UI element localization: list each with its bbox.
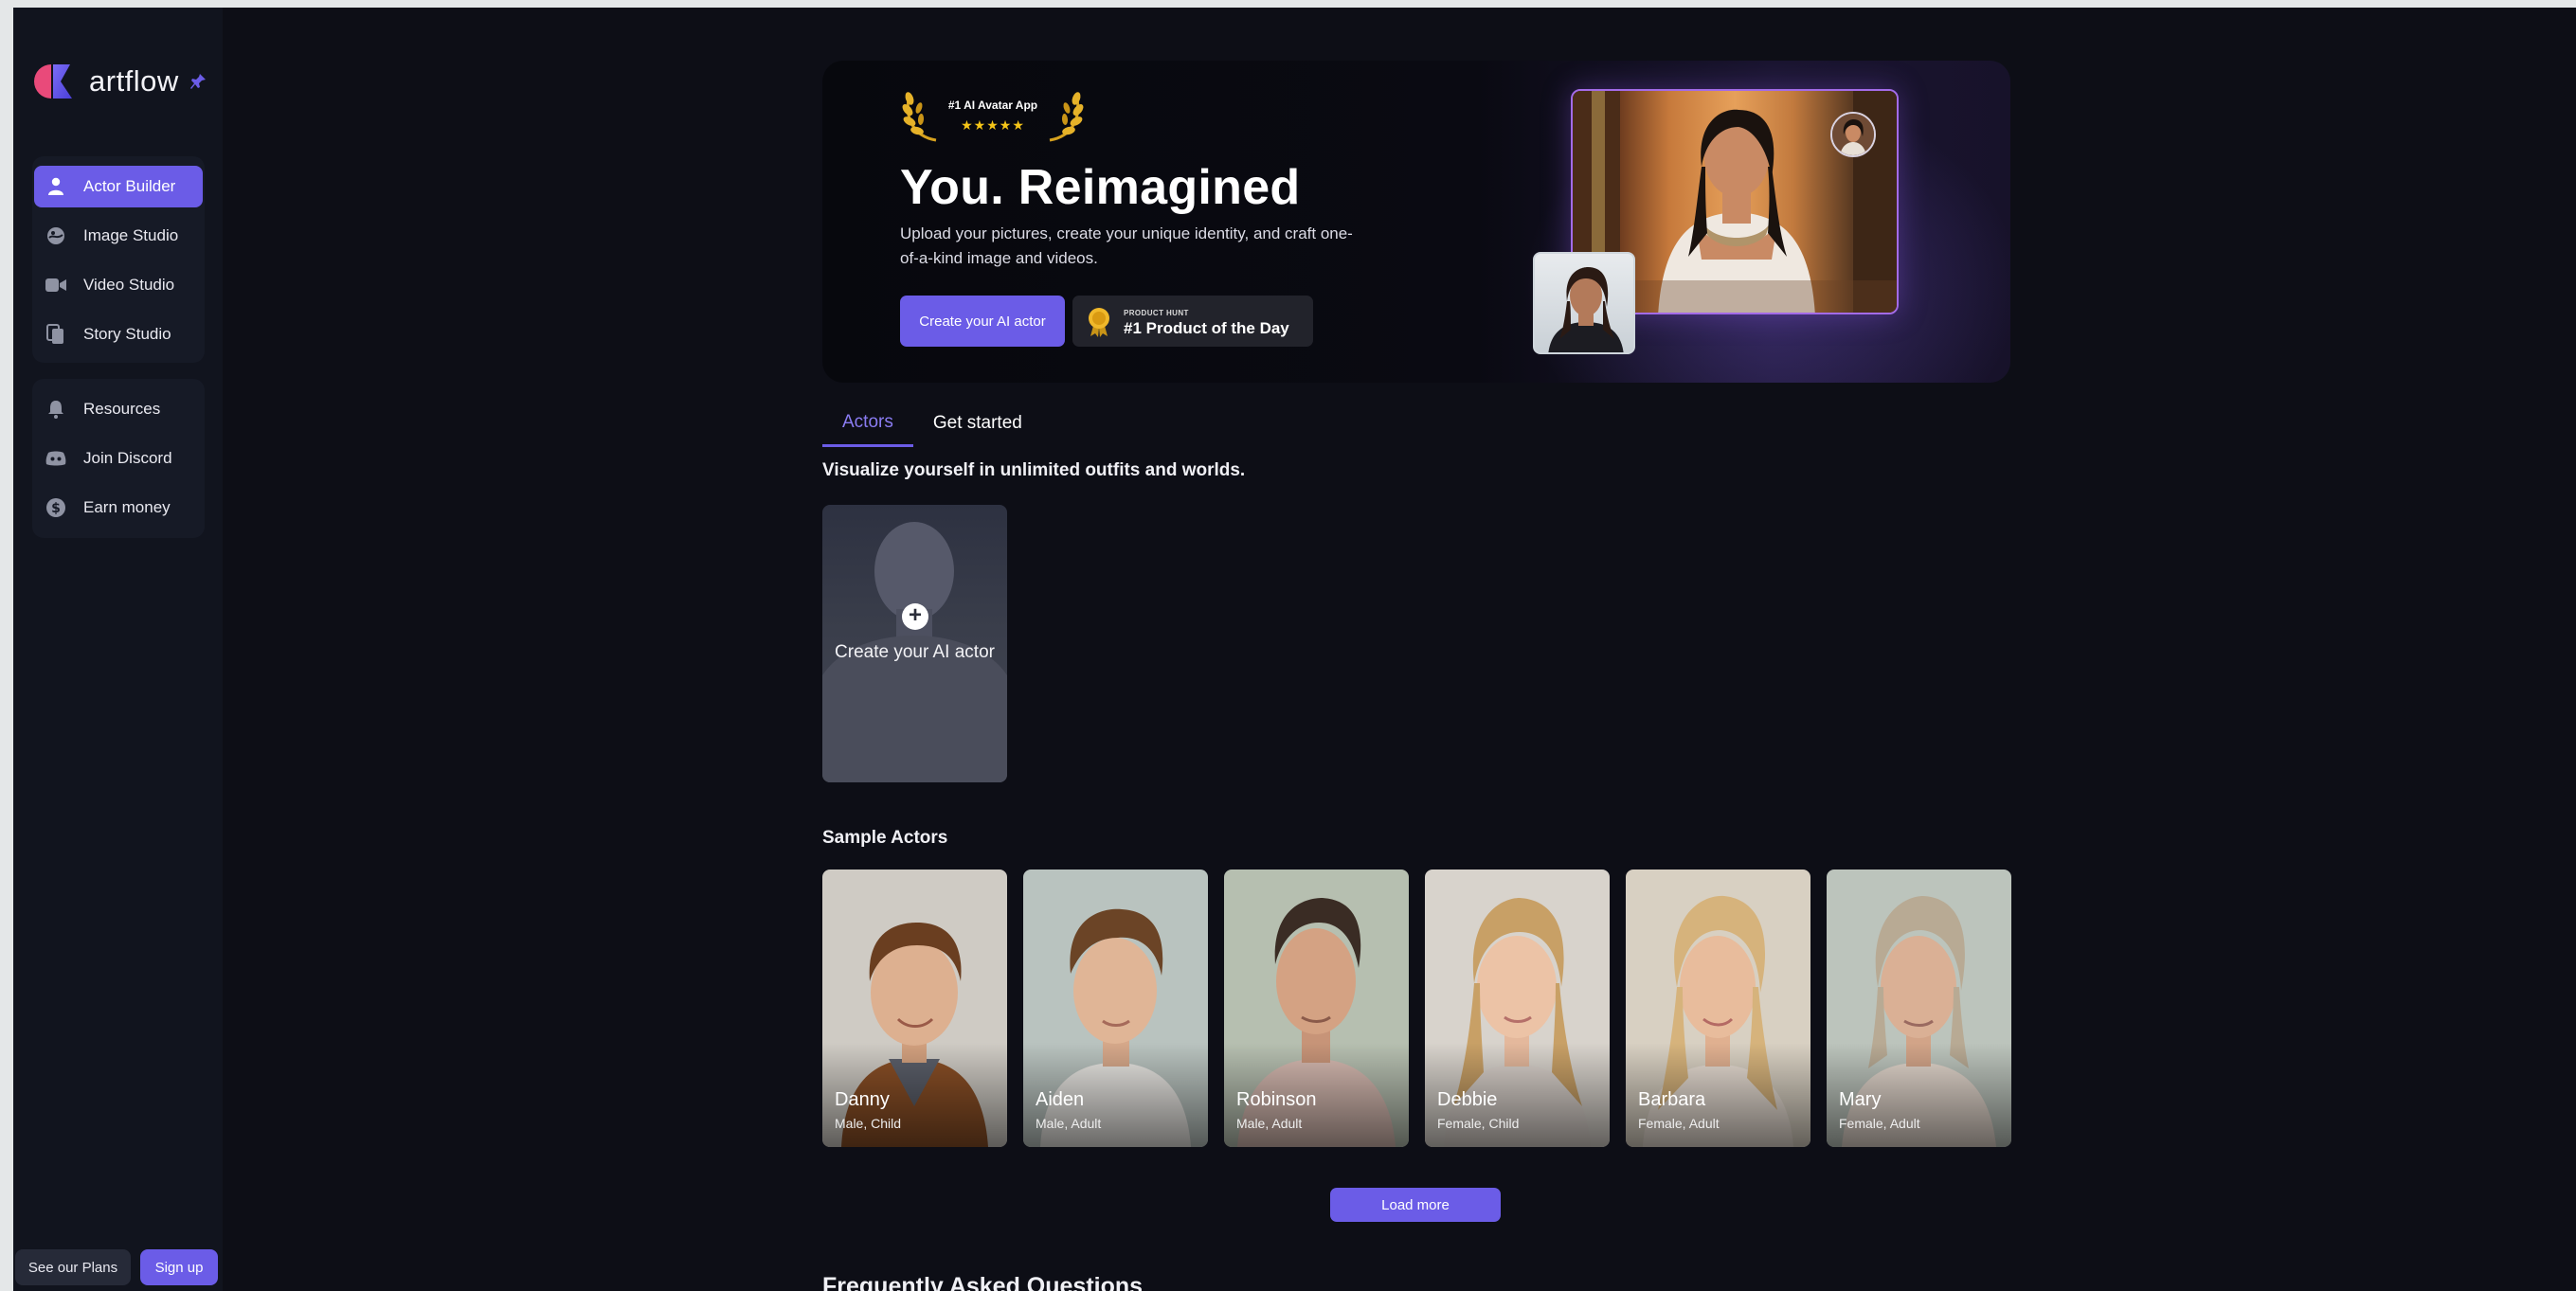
faq-heading: Frequently Asked Questions	[822, 1273, 1144, 1291]
visualize-heading: Visualize yourself in unlimited outfits …	[822, 460, 1246, 480]
sidebar-item-story-studio[interactable]: Story Studio	[34, 314, 203, 355]
sidebar-item-label: Actor Builder	[83, 177, 176, 195]
logo-text: artflow	[89, 64, 179, 98]
actor-card-robinson[interactable]: Robinson Male, Adult	[1224, 870, 1409, 1147]
pin-icon[interactable]	[189, 72, 207, 91]
artflow-logo-icon	[34, 64, 72, 99]
actor-name: Barbara	[1638, 1089, 1706, 1110]
selfie-woman-illustration	[1548, 267, 1624, 352]
sidebar-item-label: Story Studio	[83, 325, 171, 343]
tab-actors[interactable]: Actors	[822, 400, 913, 447]
award-badge: #1 AI Avatar App ★★★★★	[900, 85, 1086, 142]
sidebar-item-video-studio[interactable]: Video Studio	[34, 264, 203, 306]
laurel-right-icon	[1049, 92, 1084, 142]
actor-meta: Female, Adult	[1839, 1116, 1920, 1131]
svg-text:$: $	[51, 501, 61, 516]
actor-meta: Male, Adult	[1236, 1116, 1303, 1131]
hero-avatar-circle	[1830, 112, 1876, 157]
hero-title: You. Reimagined	[900, 160, 1301, 215]
hero-selfie-image	[1533, 252, 1635, 354]
app-window: artflow Actor Builder Image Studio Video…	[13, 8, 2576, 1291]
signup-button[interactable]: Sign up	[140, 1249, 218, 1285]
see-plans-button[interactable]: See our Plans	[15, 1249, 131, 1285]
actor-card-aiden[interactable]: Aiden Male, Adult	[1023, 870, 1208, 1147]
sidebar-item-actor-builder[interactable]: Actor Builder	[34, 166, 203, 207]
medal-icon	[1089, 308, 1109, 337]
sidebar-item-label: Join Discord	[83, 449, 172, 467]
create-actor-card[interactable]: + Create your AI actor	[822, 505, 1007, 782]
image-studio-icon	[45, 225, 66, 246]
bell-icon	[45, 399, 66, 420]
actor-card-mary[interactable]: Mary Female, Adult	[1827, 870, 2011, 1147]
create-actor-label: Create your AI actor	[835, 642, 995, 662]
sample-actors-heading: Sample Actors	[822, 828, 948, 848]
sidebar-item-join-discord[interactable]: Join Discord	[34, 438, 203, 479]
actor-meta: Male, Child	[835, 1116, 902, 1131]
hero-banner: #1 AI Avatar App ★★★★★ You. Reimagined U…	[822, 61, 2010, 383]
actor-card-barbara[interactable]: Barbara Female, Adult	[1626, 870, 1810, 1147]
primary-nav: Actor Builder Image Studio Video Studio …	[32, 156, 205, 363]
actor-name: Aiden	[1036, 1089, 1085, 1110]
sidebar-item-earn-money[interactable]: $ Earn money	[34, 487, 203, 529]
load-more-button[interactable]: Load more	[1330, 1188, 1501, 1222]
product-hunt-badge[interactable]: PRODUCT HUNT #1 Product of the Day	[1072, 296, 1313, 347]
content-tabs: Actors Get started	[822, 400, 1042, 447]
video-camera-icon	[45, 275, 66, 296]
sidebar-item-image-studio[interactable]: Image Studio	[34, 215, 203, 257]
product-hunt-award: #1 Product of the Day	[1124, 319, 1289, 337]
actor-meta: Female, Adult	[1638, 1116, 1720, 1131]
actor-name: Debbie	[1437, 1089, 1498, 1110]
secondary-nav: Resources Join Discord $ Earn money	[32, 379, 205, 538]
sidebar-item-label: Resources	[83, 400, 161, 418]
dollar-coin-icon: $	[45, 497, 66, 518]
product-hunt-label: PRODUCT HUNT	[1124, 309, 1189, 317]
tab-get-started[interactable]: Get started	[913, 400, 1042, 447]
sidebar-item-label: Image Studio	[83, 226, 179, 244]
actor-meta: Male, Adult	[1036, 1116, 1102, 1131]
discord-icon	[45, 448, 66, 469]
sidebar-item-resources[interactable]: Resources	[34, 388, 203, 430]
create-ai-actor-button[interactable]: Create your AI actor	[900, 296, 1065, 347]
logo[interactable]: artflow	[32, 61, 207, 102]
sample-actors-grid: Danny Male, Child Aiden Male, Adult Robi…	[822, 870, 2011, 1147]
actor-meta: Female, Child	[1437, 1116, 1520, 1131]
actor-card-debbie[interactable]: Debbie Female, Child	[1425, 870, 1610, 1147]
person-icon	[45, 176, 66, 197]
actor-name: Robinson	[1236, 1089, 1317, 1110]
story-pages-icon	[45, 324, 66, 345]
hero-description: Upload your pictures, create your unique…	[900, 224, 1353, 267]
sidebar-item-label: Earn money	[83, 498, 171, 516]
sidebar: artflow Actor Builder Image Studio Video…	[13, 8, 223, 1291]
avatar-woman-icon	[1832, 114, 1874, 155]
laurel-left-icon	[902, 92, 937, 142]
sidebar-item-label: Video Studio	[83, 276, 175, 294]
actor-card-danny[interactable]: Danny Male, Child	[822, 870, 1007, 1147]
plus-icon: +	[902, 603, 928, 630]
actor-name: Danny	[835, 1089, 890, 1110]
actor-name: Mary	[1839, 1089, 1882, 1110]
